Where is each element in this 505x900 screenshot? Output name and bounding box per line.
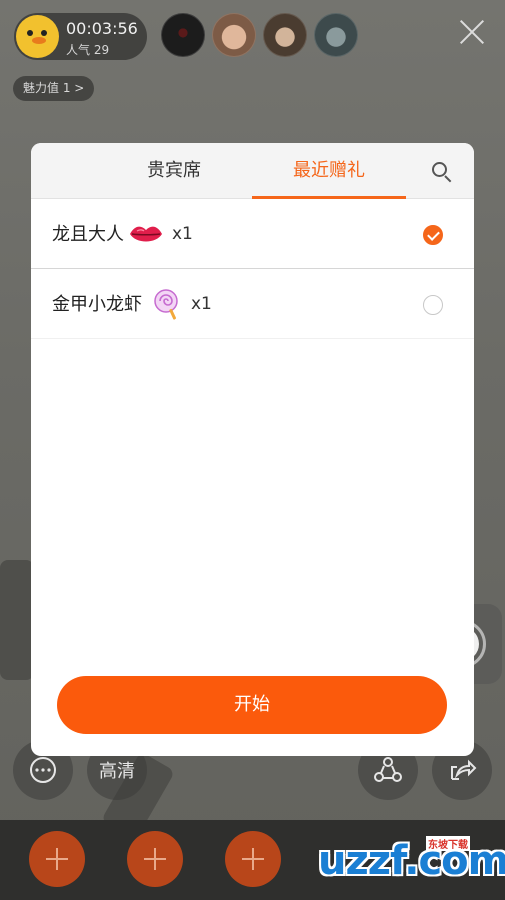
chat-icon	[30, 757, 56, 783]
watermark-text: uzzf.com	[318, 838, 505, 884]
tab-recent-gifts[interactable]: 最近赠礼	[252, 143, 406, 199]
gift-sender-name: 金甲小龙虾	[52, 294, 142, 315]
lollipop-icon	[154, 289, 178, 320]
modal-tab-bar: 贵宾席 最近赠礼	[31, 143, 474, 199]
viewer-avatar-1[interactable]	[161, 13, 205, 57]
share-icon	[451, 759, 477, 780]
close-icon[interactable]	[457, 16, 487, 46]
network-icon	[374, 757, 402, 782]
lips-icon	[130, 226, 162, 242]
add-button-2[interactable]	[127, 831, 183, 887]
active-tab-indicator	[252, 196, 406, 199]
watermark-tagline: 东坡下载	[426, 836, 470, 851]
host-avatar[interactable]	[16, 15, 59, 58]
gift-picker-modal: 贵宾席 最近赠礼 龙且大人 x1 金甲小龙虾 x1 开始	[31, 143, 474, 756]
unselected-radio[interactable]	[423, 295, 443, 315]
watermark-logo: uzzf.com 东坡下载	[318, 830, 505, 898]
gift-quantity: x1	[191, 294, 212, 314]
search-icon[interactable]	[430, 160, 454, 184]
gift-list-item[interactable]: 金甲小龙虾 x1	[31, 270, 474, 339]
host-info[interactable]: 00:03:56 人气 29	[14, 13, 147, 60]
hd-label: 高清	[99, 761, 135, 782]
start-button[interactable]: 开始	[57, 676, 447, 734]
gift-quantity: x1	[172, 224, 193, 244]
viewer-avatar-3[interactable]	[263, 13, 307, 57]
gift-list-item[interactable]: 龙且大人 x1	[31, 200, 474, 269]
viewer-avatar-4[interactable]	[314, 13, 358, 57]
add-button-1[interactable]	[29, 831, 85, 887]
viewer-avatar-2[interactable]	[212, 13, 256, 57]
gift-sender-name: 龙且大人	[52, 224, 124, 245]
popularity-count: 人气 29	[66, 43, 110, 57]
tab-vip-seats[interactable]: 贵宾席	[115, 143, 233, 199]
selected-radio[interactable]	[423, 225, 443, 245]
add-button-3[interactable]	[225, 831, 281, 887]
background-stroke	[0, 560, 34, 680]
live-timer: 00:03:56	[66, 19, 138, 38]
charm-badge[interactable]: 魅力值 1 >	[13, 76, 95, 101]
